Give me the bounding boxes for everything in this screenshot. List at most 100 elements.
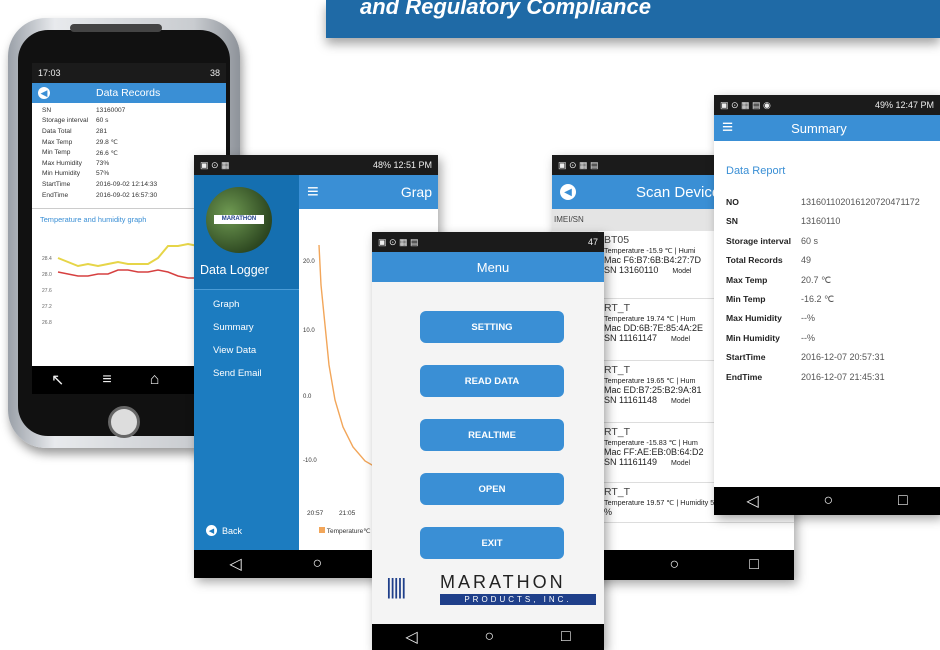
back-icon: ◀ — [206, 525, 217, 536]
record-key: Storage interval — [42, 117, 89, 125]
hamburger-icon[interactable]: ≡ — [722, 117, 733, 139]
record-value: 29.8 ℃ — [96, 139, 119, 147]
setting-button[interactable]: SETTING — [420, 311, 564, 343]
status-icons: ▣ ⊙ ▦ — [200, 159, 230, 170]
x-tick: 20:57 — [307, 510, 324, 517]
marathon-logo: MARATHON — [214, 215, 264, 224]
back-nav-icon[interactable]: ◁ — [405, 627, 417, 647]
record-key: Max Humidity — [42, 159, 82, 167]
device-sn-value: SN 13160110 — [604, 265, 659, 275]
hamburger-icon[interactable]: ≡ — [307, 181, 319, 204]
report-row: Max Temp 20.7 ℃ — [726, 275, 831, 286]
report-row: SN 13160110 — [726, 216, 840, 226]
status-icons: ▣ ⊙ ▦ ▤ ◉ — [720, 99, 771, 110]
recents-nav-icon[interactable]: □ — [561, 628, 571, 646]
section-title: Data Report — [726, 165, 786, 177]
device-sn-value: SN 11161147 — [604, 333, 658, 343]
back-icon[interactable]: ◀ — [38, 87, 50, 99]
record-key: Data Total — [42, 127, 72, 135]
back-nav-icon[interactable]: ↖ — [51, 370, 64, 390]
home-nav-icon[interactable]: ○ — [312, 555, 322, 573]
summary-screen: Data Report NO 13160110201612072047117​2 S… — [714, 141, 940, 487]
realtime-button[interactable]: REALTIME — [420, 419, 564, 451]
home-nav-icon[interactable]: ○ — [669, 556, 679, 574]
report-key: NO — [726, 197, 739, 207]
report-key: EndTime — [726, 371, 763, 382]
report-key: Max Humidity — [726, 313, 782, 324]
device-sn-value: SN 11161149 — [604, 457, 658, 467]
record-row: SN 13160007 — [32, 105, 226, 116]
open-button[interactable]: OPEN — [420, 473, 564, 505]
logo-sub: PRODUCTS, INC. — [440, 594, 596, 605]
phone-menu: ▣ ⊙ ▦ ▤ 47 Menu SETTING READ DATA REALTI… — [372, 232, 604, 650]
read-data-button[interactable]: READ DATA — [420, 365, 564, 397]
back-icon[interactable]: ◀ — [560, 184, 576, 200]
banner-title: and Regulatory Compliance — [360, 0, 651, 19]
report-value: 2016-12-07 20:57:31 — [801, 352, 885, 363]
report-row: Total Records 49 — [726, 255, 811, 265]
status-bar: 17:03 38 — [32, 63, 226, 83]
y-tick: 0.0 — [303, 394, 312, 400]
screen-title: Data Records — [96, 87, 161, 99]
drawer-header: MARATHON Data Logger — [194, 175, 299, 290]
report-value: 49 — [801, 255, 812, 266]
report-row: Min Humidity --% — [726, 333, 815, 343]
home-nav-icon[interactable]: ○ — [484, 628, 494, 646]
home-nav-icon[interactable]: ⌂ — [150, 371, 160, 389]
nav-drawer: MARATHON Data Logger Graph Summary View … — [194, 175, 299, 550]
legend-swatch — [319, 527, 325, 533]
report-value: 13160110 — [801, 216, 841, 227]
app-bar: ≡ Summary — [714, 115, 940, 141]
exit-button[interactable]: EXIT — [420, 527, 564, 559]
status-battery: 49% 12:47 PM — [874, 100, 934, 110]
record-value: 26.6 ℃ — [96, 149, 119, 157]
status-battery: 38 — [209, 68, 220, 78]
screen-title: Summary — [791, 120, 847, 136]
report-row: Storage interval 60 s — [726, 236, 818, 246]
drawer-item-graph[interactable]: Graph — [213, 299, 239, 310]
recents-nav-icon[interactable]: □ — [898, 492, 908, 510]
report-key: Min Temp — [726, 294, 766, 304]
drawer-item-view-data[interactable]: View Data — [213, 345, 256, 356]
phone-summary: ▣ ⊙ ▦ ▤ ◉ 49% 12:47 PM ≡ Summary Data Re… — [714, 95, 940, 515]
record-row: Data Total 281 — [32, 126, 226, 137]
drawer-item-summary[interactable]: Summary — [213, 322, 254, 333]
record-value: 2016-09-02 16:57:30 — [96, 191, 158, 199]
status-battery: 47 — [587, 237, 598, 247]
home-button[interactable] — [108, 406, 140, 438]
record-key: Min Humidity — [42, 170, 81, 178]
y-tick: 20.0 — [303, 259, 315, 265]
back-link[interactable]: ◀ Back — [206, 525, 242, 536]
record-value: 57% — [96, 170, 110, 178]
report-value: 2016-12-07 21:45:31 — [801, 371, 885, 382]
home-nav-icon[interactable]: ○ — [823, 492, 833, 510]
device-model: Model — [671, 460, 691, 467]
screen-title: Scan Device — [636, 183, 721, 201]
record-key: Min Temp — [42, 149, 71, 157]
status-bar: ▣ ⊙ ▦ 48% 12:51 PM — [194, 155, 438, 175]
logo-main: MARATHON — [440, 572, 566, 592]
menu-nav-icon[interactable]: ≡ — [102, 371, 111, 389]
report-row: Min Temp -16.2 ℃ — [726, 294, 834, 305]
x-tick: 21:05 — [339, 510, 356, 517]
y-tick: 10.0 — [303, 328, 315, 334]
marathon-logo: ||||| MARATHON PRODUCTS, INC. — [386, 572, 596, 612]
status-bar: ▣ ⊙ ▦ ▤ ◉ 49% 12:47 PM — [714, 95, 940, 115]
record-row: Storage interval 60 s — [32, 116, 226, 127]
status-icons: ▣ ⊙ ▦ ▤ — [378, 236, 419, 247]
device-model: Model — [671, 336, 691, 343]
status-bar: ▣ ⊙ ▦ ▤ 47 — [372, 232, 604, 252]
record-key: StartTime — [42, 180, 71, 188]
record-value: 2016-09-02 12:14:33 — [96, 180, 158, 188]
recents-nav-icon[interactable]: □ — [749, 556, 759, 574]
menu-screen: SETTING READ DATA REALTIME OPEN EXIT |||… — [372, 282, 604, 624]
back-nav-icon[interactable]: ◁ — [746, 491, 758, 511]
report-value: 20.7 ℃ — [801, 274, 832, 285]
drawer-item-send-email[interactable]: Send Email — [213, 368, 262, 379]
screen-title: Menu — [476, 259, 510, 275]
marketing-collage: and Regulatory Compliance 17:03 38 ◀ Dat… — [0, 0, 940, 650]
report-row: EndTime 2016-12-07 21:45:31 — [726, 372, 885, 382]
logo-mark-icon: ||||| — [386, 574, 407, 599]
app-bar: Menu — [372, 252, 604, 282]
back-nav-icon[interactable]: ◁ — [229, 554, 241, 574]
